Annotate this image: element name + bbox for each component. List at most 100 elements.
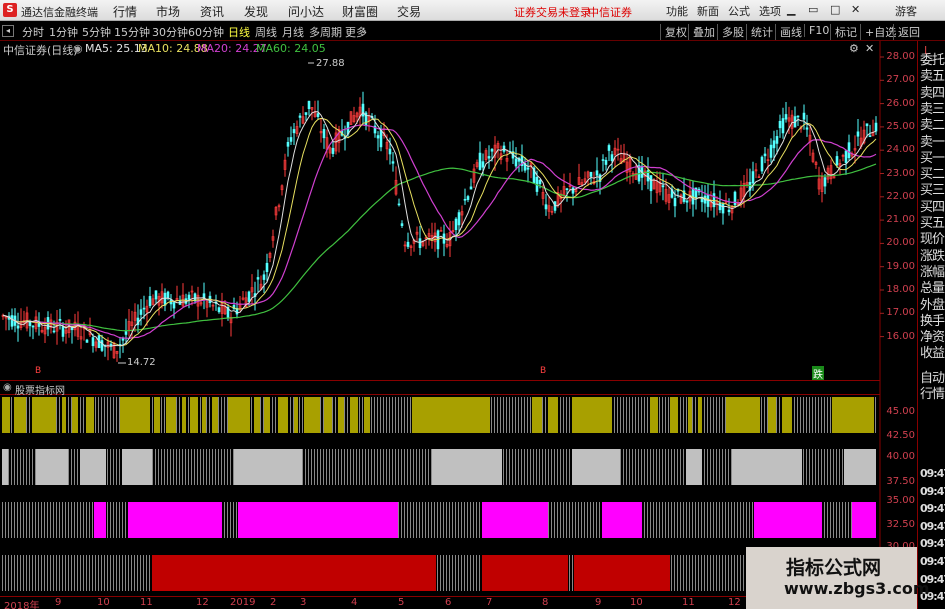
stripe [359,449,360,485]
signal-block [726,397,760,433]
stripe [272,397,273,433]
stripe [86,555,87,591]
stripe [689,502,690,538]
candle-body [262,274,266,280]
quote-field-label[interactable]: 收益 [920,342,945,361]
stripe [740,502,741,538]
stripe [68,502,69,538]
stripe [695,502,696,538]
stripe [8,555,9,591]
stripe [443,502,444,538]
stripe [98,555,99,591]
stripe [137,555,138,591]
stripe [176,397,177,433]
stripe [2,502,3,538]
stripe [320,449,321,485]
high-price-label: 27.88 [316,58,345,69]
stripe [635,397,636,433]
stripe [365,449,366,485]
date-tick-label: 9 [595,597,602,608]
candle-body [124,331,128,335]
stripe [554,502,555,538]
stripe [764,397,765,433]
stripe [806,449,807,485]
stripe [425,502,426,538]
stripe [371,449,372,485]
stripe [719,397,720,433]
stripe [716,502,717,538]
stripe [410,502,411,538]
signal-block [574,555,670,591]
stripe [824,502,825,538]
stripe [701,502,702,538]
stripe [563,502,564,538]
stripe [527,449,528,485]
stripe [569,555,570,591]
indicator-toggle-icon[interactable]: ◉ [3,382,12,393]
stripe [422,449,423,485]
stripe [371,397,372,433]
signal-block [294,397,298,433]
stripe [545,449,546,485]
candle-body [148,296,152,307]
stripe [38,502,39,538]
stripe [98,397,99,433]
candle-body [388,148,392,155]
stripe [356,449,357,485]
signal-block [62,397,66,433]
candle-body [307,100,311,110]
signal-block [86,397,94,433]
stripe [749,502,750,538]
stripe [14,449,15,485]
candle-body [481,161,485,168]
watermark: 指标公式网 www.zbgs3.com [746,547,930,609]
stripe [470,555,471,591]
stripe [830,449,831,485]
stripe [41,502,42,538]
stripe [695,397,696,433]
stripe [398,502,399,538]
low-price-label: 14.72 [127,357,156,368]
stripe [65,555,66,591]
stripe [512,397,513,433]
stripe [200,397,201,433]
stripe [386,449,387,485]
stripe [344,449,345,485]
stripe [407,397,408,433]
stripe [350,449,351,485]
stripe [725,449,726,485]
signal-block [754,502,822,538]
stripe [545,397,546,433]
candle-body [418,238,422,248]
stripe [692,555,693,591]
stripe [719,449,720,485]
stripe [80,397,81,433]
stripe [185,449,186,485]
stripe [14,502,15,538]
stripe [224,397,225,433]
candle-body [565,188,569,190]
candle-body [805,127,809,130]
stripe [638,397,639,433]
candle-body [322,129,326,139]
stripe [737,502,738,538]
candle-body [874,122,878,132]
price-tick-label: 20.00 [886,237,915,249]
stripe [452,502,453,538]
quote-field-label[interactable]: 行情 [920,383,945,402]
stripe [23,555,24,591]
candle-body [589,171,593,177]
stripe [416,502,417,538]
candle-body [100,340,104,351]
stripe [140,555,141,591]
stripe [395,449,396,485]
stripe [848,502,849,538]
candle-body [769,144,773,158]
stripe [710,502,711,538]
date-tick-label: 7 [486,597,493,608]
indicator-band-white [2,449,878,485]
candle-body [457,212,461,226]
stripe [65,502,66,538]
stripe [110,502,111,538]
stripe [29,502,30,538]
